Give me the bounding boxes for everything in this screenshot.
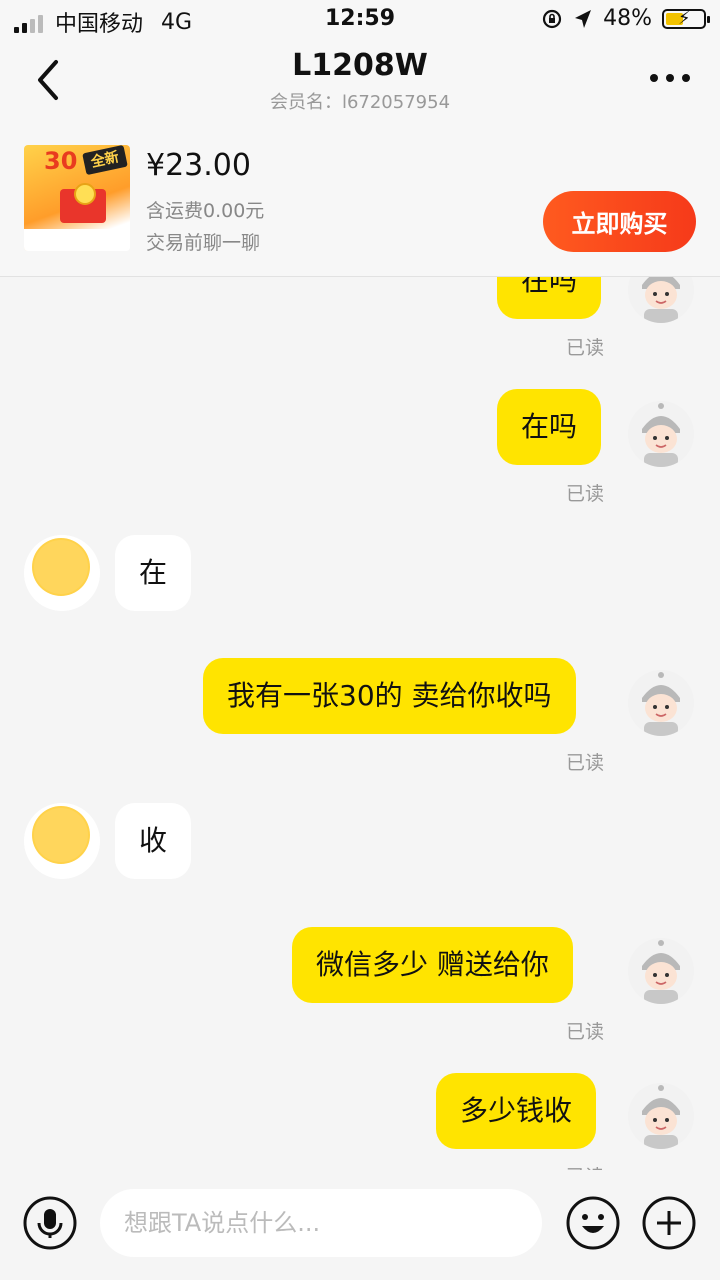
my-avatar[interactable] <box>628 938 694 1004</box>
message-bubble[interactable]: 我有一张30的 卖给你收吗 <box>203 658 576 734</box>
message-bubble[interactable]: 多少钱收 <box>436 1073 597 1149</box>
battery-icon: ⚡ <box>662 8 710 29</box>
message-bubble[interactable]: 在吗 <box>497 277 602 319</box>
more-button[interactable] <box>650 74 690 82</box>
read-status: 已读 <box>566 1162 604 1170</box>
status-bar: 中国移动 4G 12:59 48% ⚡ <box>0 0 720 40</box>
coin-graphic <box>74 183 96 205</box>
thumb-badge: 30 <box>44 147 78 175</box>
emoji-button[interactable] <box>566 1196 620 1250</box>
my-avatar[interactable] <box>628 401 694 467</box>
chat-area[interactable]: 在吗 已读 在吗 已读 在 我有一张30的 卖给你收吗 已读 收 微信多少 赠送… <box>0 277 720 1170</box>
battery-percent: 48% <box>603 6 652 31</box>
read-status: 已读 <box>565 337 604 359</box>
rotation-lock-icon <box>542 9 562 28</box>
product-price: ¥23.00 <box>146 148 251 183</box>
read-status: 已读 <box>565 1021 604 1043</box>
plus-icon <box>642 1196 696 1250</box>
voice-button[interactable] <box>23 1196 77 1250</box>
nav-bar: L1208W 会员名：l672057954 <box>0 40 720 120</box>
location-icon <box>575 9 592 28</box>
add-button[interactable] <box>642 1196 696 1250</box>
page-title: L1208W <box>292 48 428 83</box>
contact-avatar[interactable] <box>24 535 100 611</box>
message-bubble[interactable]: 微信多少 赠送给你 <box>292 927 573 1003</box>
my-avatar[interactable] <box>628 1083 694 1149</box>
chat-note: 交易前聊一聊 <box>146 232 261 254</box>
message-bubble[interactable]: 在吗 <box>497 389 602 465</box>
buy-now-button[interactable]: 立即购买 <box>543 191 696 252</box>
product-card[interactable]: 30 全新 ¥23.00 含运费0.00元 交易前聊一聊 立即购买 <box>0 120 720 277</box>
emoji-icon <box>566 1196 620 1250</box>
message-bubble[interactable]: 在 <box>115 535 192 611</box>
thumb-tag: 全新 <box>82 145 128 176</box>
read-status: 已读 <box>565 752 604 774</box>
microphone-icon <box>23 1196 77 1250</box>
my-avatar[interactable] <box>628 670 694 736</box>
input-bar <box>0 1170 720 1280</box>
message-input[interactable] <box>100 1189 542 1257</box>
shipping-fee: 含运费0.00元 <box>146 200 265 222</box>
my-avatar[interactable] <box>628 277 694 323</box>
product-thumbnail[interactable]: 30 全新 <box>24 145 130 251</box>
read-status: 已读 <box>565 483 604 505</box>
message-bubble[interactable]: 收 <box>115 803 192 879</box>
member-name: 会员名：l672057954 <box>269 92 451 113</box>
contact-avatar[interactable] <box>24 803 100 879</box>
more-icon <box>650 74 658 82</box>
status-right: 48% ⚡ <box>541 6 710 31</box>
